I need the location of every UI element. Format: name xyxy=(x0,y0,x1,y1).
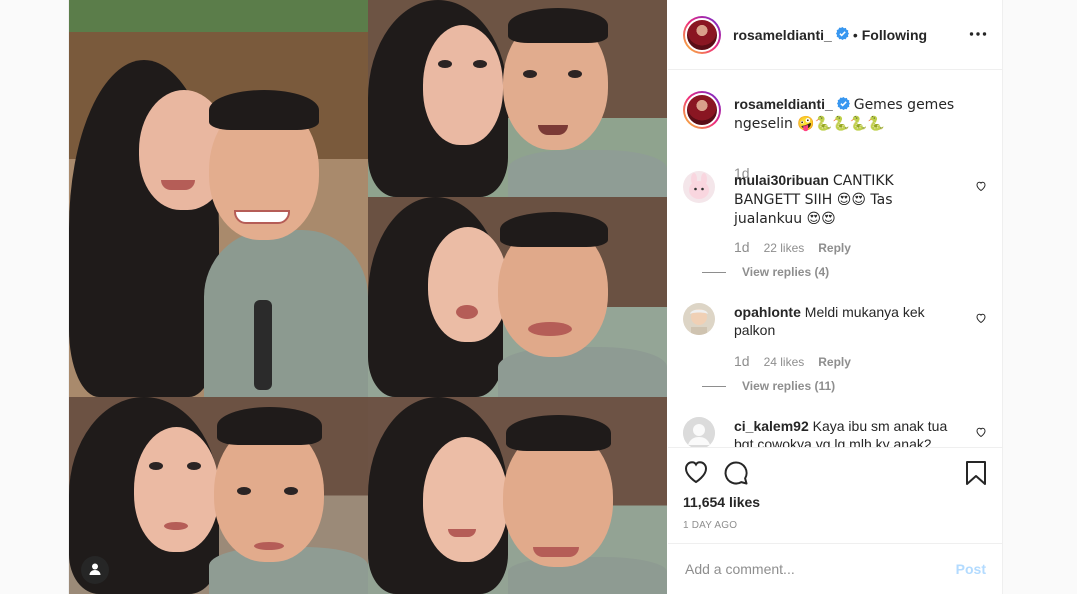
commenter-avatar[interactable] xyxy=(683,417,715,447)
commenter-avatar[interactable] xyxy=(683,303,715,335)
likes-count[interactable]: 11,654 likes xyxy=(683,494,760,510)
reply-button[interactable]: Reply xyxy=(818,241,851,255)
caption-author-avatar[interactable] xyxy=(683,91,721,129)
caption-username[interactable]: rosameldianti_ xyxy=(734,96,833,112)
view-replies-button[interactable]: View replies (4) xyxy=(702,265,829,279)
add-comment-bar: Post xyxy=(668,543,1002,594)
post-photo-collage[interactable] xyxy=(69,0,667,594)
caption-text-block: rosameldianti_ Gemes gemes ngeselin 🤪🐍🐍🐍… xyxy=(734,95,989,133)
post-comment-button[interactable]: Post xyxy=(956,561,986,577)
more-options-icon[interactable] xyxy=(969,25,987,46)
comment-text-block: ci_kalem92 Kaya ibu sm anak tua bgt cowo… xyxy=(734,417,954,447)
user-tag-icon xyxy=(88,562,102,579)
comments-section[interactable]: rosameldianti_ Gemes gemes ngeselin 🤪🐍🐍🐍… xyxy=(668,71,1002,447)
post-sidebar: rosameldianti_ • Following rosameldianti… xyxy=(668,0,1002,594)
comment-time[interactable]: 1d xyxy=(734,353,750,369)
comment-like-heart-icon[interactable] xyxy=(975,425,987,441)
post-actions: 11,654 likes 1 DAY AGO xyxy=(668,447,1002,544)
post-time-ago[interactable]: 1 DAY AGO xyxy=(683,520,737,531)
replies-divider xyxy=(702,271,726,273)
post-header: rosameldianti_ • Following xyxy=(668,0,1002,70)
comment-likes[interactable]: 22 likes xyxy=(764,241,805,255)
following-button[interactable]: Following xyxy=(862,27,927,43)
view-replies-label: View replies (11) xyxy=(742,379,836,393)
photo-tile-bottom-right xyxy=(368,397,667,594)
photo-tile-top-right xyxy=(368,0,667,197)
header-separator: • xyxy=(852,26,858,43)
author-avatar[interactable] xyxy=(683,15,721,54)
verified-badge-icon xyxy=(836,96,850,114)
comment-icon[interactable] xyxy=(723,460,749,489)
replies-divider xyxy=(702,385,726,387)
view-replies-button[interactable]: View replies (11) xyxy=(702,379,835,393)
commenter-avatar[interactable] xyxy=(683,171,715,203)
comment-likes[interactable]: 24 likes xyxy=(764,355,805,369)
heart-icon[interactable] xyxy=(683,460,709,487)
comment-time[interactable]: 1d xyxy=(734,239,750,255)
view-replies-label: View replies (4) xyxy=(742,265,830,279)
comment-username[interactable]: mulai30ribuan xyxy=(734,172,829,188)
bookmark-icon[interactable] xyxy=(965,460,987,489)
user-tag-button[interactable] xyxy=(81,556,109,584)
comment-username[interactable]: ci_kalem92 xyxy=(734,418,809,434)
photo-tile-middle-right xyxy=(368,197,667,397)
comment-like-heart-icon[interactable] xyxy=(975,311,987,327)
comment-text-block: opahlonte Meldi mukanya kek palkon xyxy=(734,303,954,339)
add-comment-input[interactable] xyxy=(683,560,937,578)
comment-like-heart-icon[interactable] xyxy=(975,179,987,195)
reply-button[interactable]: Reply xyxy=(818,355,851,369)
comment-meta: 1d 24 likes Reply xyxy=(734,353,851,369)
author-username[interactable]: rosameldianti_ xyxy=(733,27,832,43)
photo-tile-left-large xyxy=(69,0,368,397)
comment-username[interactable]: opahlonte xyxy=(734,304,801,320)
verified-badge-icon xyxy=(835,26,849,43)
photo-tile-bottom-left xyxy=(69,397,368,594)
comment-text-block: mulai30ribuan CANTIKK BANGETT SIIH 😍😍 Ta… xyxy=(734,171,954,228)
instagram-post: rosameldianti_ • Following rosameldianti… xyxy=(68,0,1003,594)
comment-meta: 1d 22 likes Reply xyxy=(734,239,851,255)
